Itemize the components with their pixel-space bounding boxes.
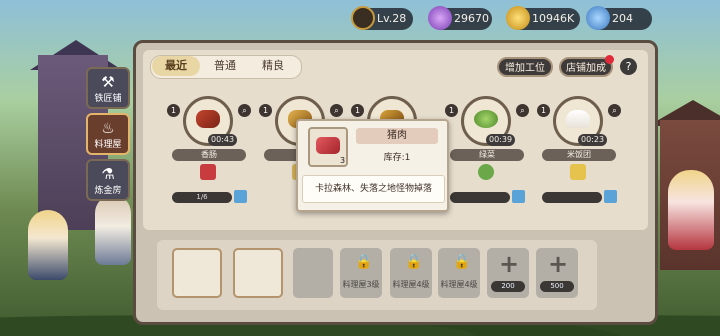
gem-value: 29670: [454, 12, 489, 25]
storage-box-icon[interactable]: [512, 190, 525, 203]
recipe-timer: 00:39: [486, 134, 516, 146]
npc-character-left-2: [95, 195, 131, 265]
tab-normal[interactable]: 普通: [202, 56, 248, 76]
work-slot-locked[interactable]: 🔒 料理屋4级: [438, 248, 480, 298]
plus-icon: +: [548, 250, 569, 278]
recipe-card[interactable]: 1 ⌕ 00:23 米饭团: [537, 92, 621, 212]
recipe-count-badge: 1: [537, 104, 550, 117]
cooking-pot-icon: ♨: [101, 119, 115, 137]
recipe-timer: 00:43: [208, 134, 238, 146]
sausage-icon: [196, 110, 220, 128]
magnify-icon[interactable]: ⌕: [608, 104, 621, 117]
herb-ingredient-icon: [478, 164, 494, 180]
unlock-requirement: 料理屋4级: [440, 280, 478, 289]
ticket-value: 204: [612, 12, 633, 25]
ticket-display[interactable]: 204: [586, 6, 652, 30]
slot-cost: 200: [491, 281, 525, 292]
storage-box-icon[interactable]: [604, 190, 617, 203]
npc-character-left: [28, 210, 68, 280]
recipe-count-badge: 1: [167, 104, 180, 117]
flask-icon: ⚗: [101, 165, 115, 183]
recipe-card[interactable]: 1 ⌕ 00:43 香肠 1/6: [167, 92, 251, 212]
recipe-timer: 00:23: [578, 134, 608, 146]
plus-icon: +: [499, 250, 520, 278]
tooltip-item-quantity: 3: [340, 156, 346, 165]
sidebar-item-alchemy[interactable]: ⚗ 炼金房: [86, 159, 130, 201]
work-slot-open[interactable]: [172, 248, 222, 298]
anvil-icon: ⚒: [101, 73, 115, 91]
level-value: Lv.28: [377, 12, 407, 25]
recipe-name: 米饭团: [542, 149, 616, 161]
npc-character-right: [668, 170, 714, 250]
treasure-chest-icon: [351, 6, 375, 30]
pork-icon: [316, 137, 340, 154]
magnify-icon[interactable]: ⌕: [516, 104, 529, 117]
recipe-name: 绿菜: [450, 149, 524, 161]
unlock-requirement: 料理屋3级: [342, 280, 380, 289]
grain-ingredient-icon: [570, 164, 586, 180]
add-worker-button[interactable]: 增加工位: [497, 57, 553, 77]
coin-icon: [506, 6, 530, 30]
lock-icon: 🔒: [355, 254, 373, 270]
sidebar-item-label: 料理屋: [94, 140, 122, 150]
sidebar-item-blacksmith[interactable]: ⚒ 铁匠铺: [86, 67, 130, 109]
recipe-count-badge: 1: [351, 104, 364, 117]
work-slot-locked[interactable]: 🔒 料理屋3级: [340, 248, 382, 298]
recipe-progress: [542, 192, 602, 203]
help-button[interactable]: ?: [620, 58, 637, 75]
tab-recent[interactable]: 最近: [152, 56, 200, 76]
recipe-count-badge: 1: [259, 104, 272, 117]
recipe-progress: 1/6: [172, 192, 232, 203]
coin-display[interactable]: 10946K: [506, 6, 580, 30]
work-slot-open[interactable]: [233, 248, 283, 298]
sidebar-item-label: 炼金房: [94, 186, 122, 196]
storage-box-icon[interactable]: [234, 190, 247, 203]
gem-display[interactable]: 29670: [428, 6, 492, 30]
slot-cost: 500: [540, 281, 574, 292]
tooltip-item-stock: 库存:1: [383, 153, 411, 163]
meat-ingredient-icon: [200, 164, 216, 180]
work-slot-empty[interactable]: [293, 248, 333, 298]
green-soup-icon: [474, 110, 498, 128]
notification-dot: [605, 55, 614, 64]
work-slot-locked[interactable]: 🔒 料理屋4级: [390, 248, 432, 298]
rice-ball-icon: [566, 110, 590, 128]
coin-value: 10946K: [532, 12, 575, 25]
magnify-icon[interactable]: ⌕: [238, 104, 251, 117]
sidebar-item-kitchen[interactable]: ♨ 料理屋: [86, 113, 130, 155]
lock-icon: 🔒: [405, 254, 423, 270]
buy-slot-button[interactable]: + 200: [487, 248, 529, 298]
magnify-icon[interactable]: ⌕: [330, 104, 343, 117]
level-display: Lv.28: [351, 6, 413, 30]
ticket-icon: [586, 6, 610, 30]
unlock-requirement: 料理屋4级: [392, 280, 430, 289]
tooltip-item-name: 猪肉: [356, 128, 438, 144]
recipe-card[interactable]: 1 ⌕ 00:39 绿菜: [445, 92, 529, 212]
sidebar-item-label: 铁匠铺: [94, 94, 122, 104]
recipe-name: 香肠: [172, 149, 246, 161]
lock-icon: 🔒: [453, 254, 471, 270]
tab-fine[interactable]: 精良: [250, 56, 296, 76]
recipe-progress: [450, 192, 510, 203]
gem-icon: [428, 6, 452, 30]
recipe-count-badge: 1: [445, 104, 458, 117]
buy-slot-button[interactable]: + 500: [536, 248, 578, 298]
tooltip-item-source: 卡拉森林、失落之地怪物掉落: [302, 175, 445, 203]
